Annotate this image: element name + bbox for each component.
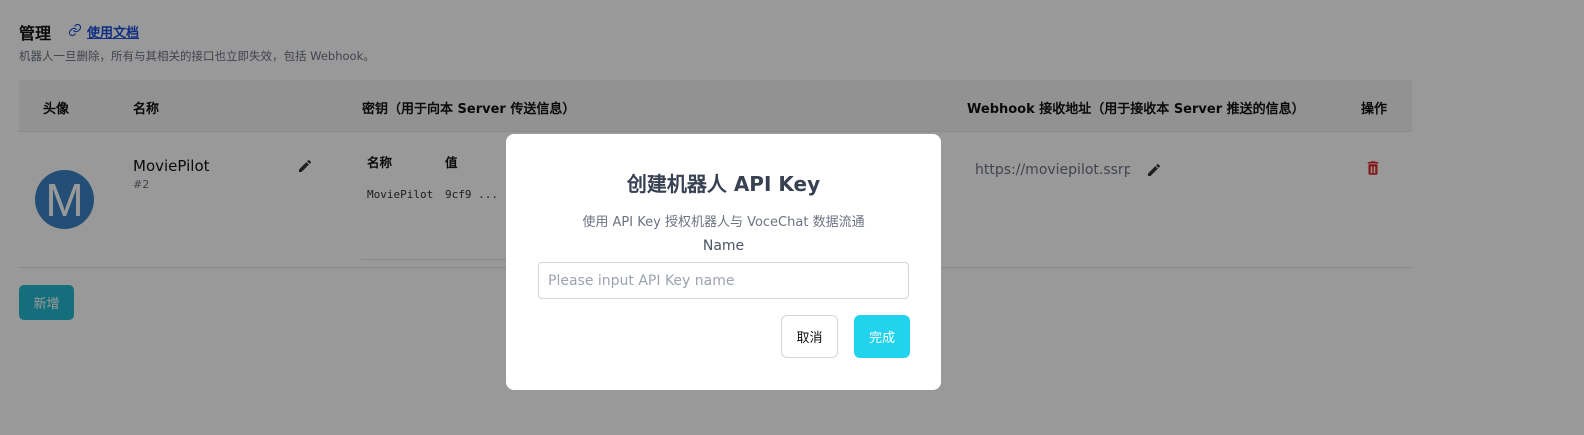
modal-title: 创建机器人 API Key <box>626 172 821 196</box>
modal-description: 使用 API Key 授权机器人与 VoceChat 数据流通 <box>582 215 865 230</box>
api-key-name-input[interactable] <box>538 262 909 299</box>
done-button[interactable]: 完成 <box>854 315 910 358</box>
name-field-label: Name <box>702 238 745 254</box>
create-api-key-modal: 创建机器人 API Key 使用 API Key 授权机器人与 VoceChat… <box>506 134 941 390</box>
cancel-button[interactable]: 取消 <box>781 315 838 358</box>
